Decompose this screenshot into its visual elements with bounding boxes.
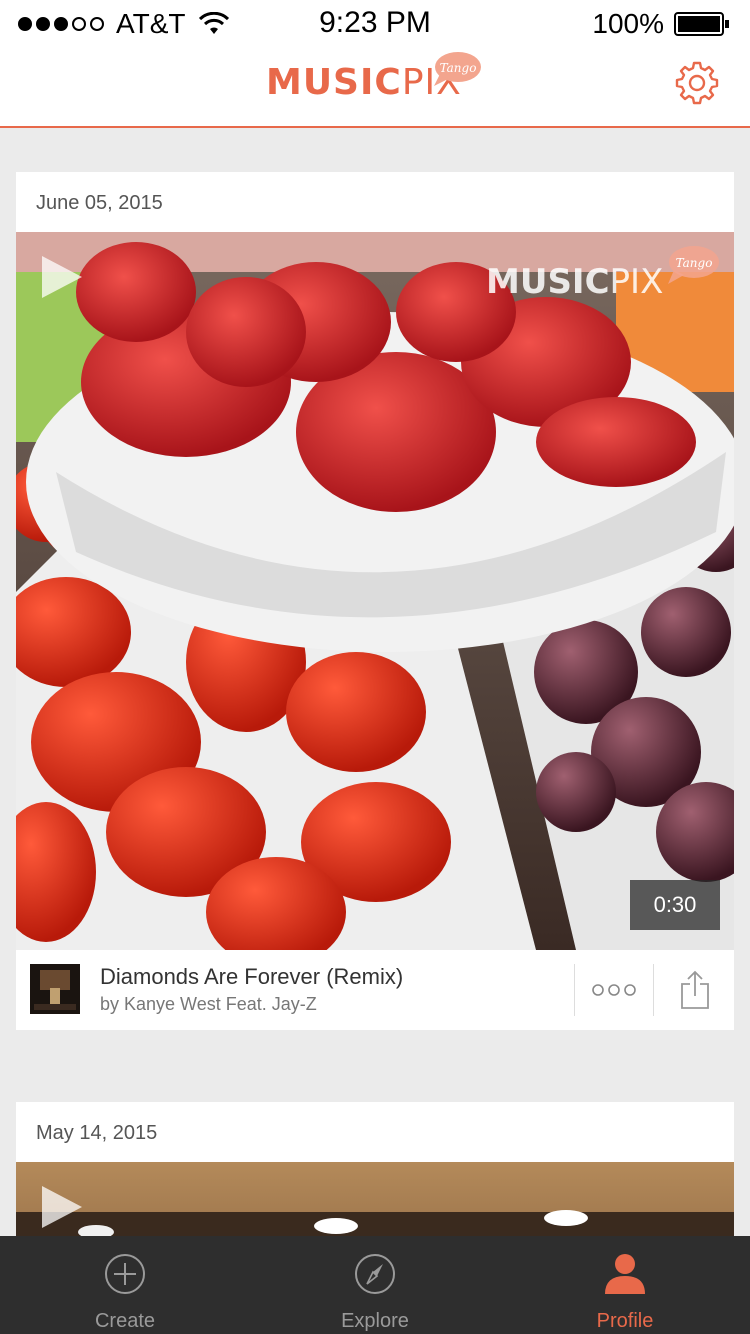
tab-label: Profile [596, 1310, 654, 1332]
share-button[interactable] [666, 966, 724, 1014]
plus-circle-icon [105, 1254, 145, 1294]
watermark-badge-text: Tango [676, 256, 713, 270]
logo-text-bold: MUSIC [266, 62, 402, 103]
photo-watermark: MUSICPIX [486, 262, 663, 302]
album-art[interactable] [30, 964, 80, 1014]
track-artist: by Kanye West Feat. Jay-Z [100, 994, 317, 1014]
more-options-button[interactable] [574, 964, 654, 1016]
person-icon [605, 1254, 645, 1294]
share-icon [681, 970, 709, 1009]
track-row: Diamonds Are Forever (Remix) by Kanye We… [16, 950, 734, 1030]
feed-card: June 05, 2015 MUSICPIX Tango 0:30 Diamon… [16, 172, 734, 1030]
post-date: June 05, 2015 [36, 192, 163, 214]
post-date: May 14, 2015 [36, 1122, 158, 1144]
fruit-photo [16, 232, 734, 950]
tab-label: Create [94, 1310, 156, 1332]
tango-badge-icon: Tango [434, 52, 481, 86]
logo-badge-text: Tango [440, 61, 477, 75]
tab-label: Explore [341, 1310, 409, 1332]
tab-explore[interactable]: Explore [250, 1236, 500, 1334]
compass-icon [355, 1254, 395, 1294]
play-icon[interactable] [38, 1184, 84, 1230]
video-duration: 0:30 [630, 880, 720, 930]
more-dots-icon [592, 984, 636, 996]
post-photo[interactable]: MUSICPIX Tango 0:30 [16, 232, 734, 950]
status-bar: AT&T 9:23 PM 100% [0, 0, 750, 48]
tab-create[interactable]: Create [0, 1236, 250, 1334]
tab-profile[interactable]: Profile [500, 1236, 750, 1334]
battery-percent: 100% [592, 8, 664, 39]
watermark-text-bold: MUSIC [486, 262, 610, 302]
track-title: Diamonds Are Forever (Remix) [100, 964, 404, 989]
app-header: MUSICPIX Tango [0, 48, 750, 128]
tab-bar: Create Explore Profile [0, 1236, 750, 1334]
settings-gear-icon[interactable] [674, 60, 720, 106]
status-right: 100% [592, 8, 730, 40]
play-icon[interactable] [38, 254, 84, 300]
battery-icon [674, 12, 729, 36]
watermark-badge-icon: Tango [668, 246, 719, 284]
track-info[interactable]: Diamonds Are Forever (Remix) by Kanye We… [100, 964, 403, 1015]
watermark-text-light: PIX [609, 262, 664, 302]
